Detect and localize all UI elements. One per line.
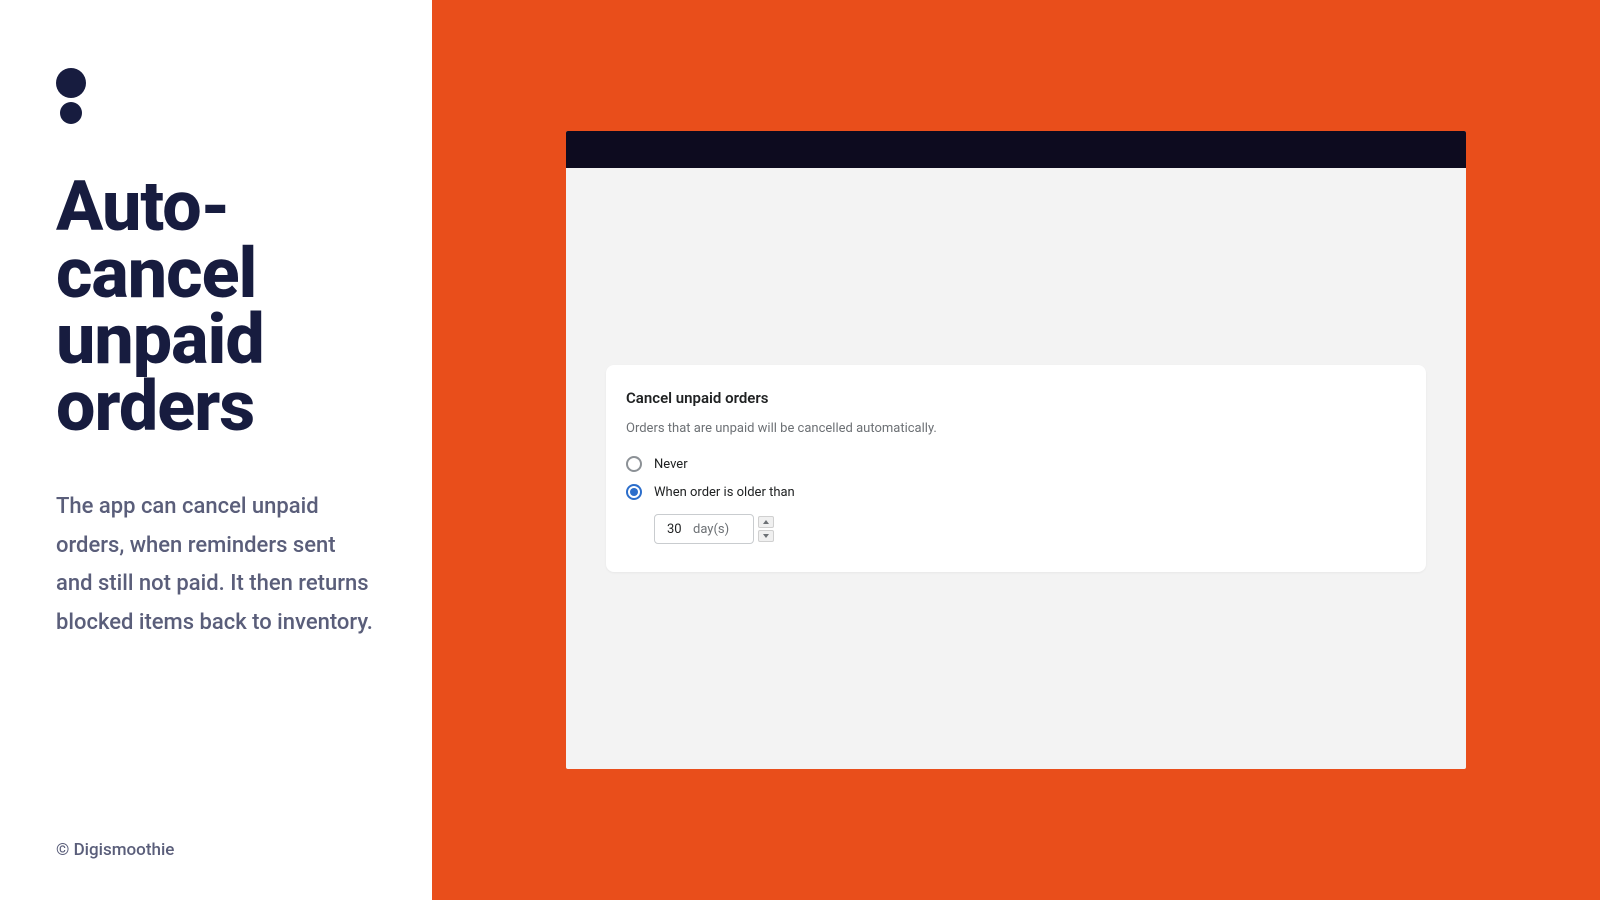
days-unit: day(s)	[693, 522, 729, 537]
chevron-up-icon	[763, 520, 769, 524]
page-description: The app can cancel unpaid orders, when r…	[56, 488, 376, 643]
app-window: Cancel unpaid orders Orders that are unp…	[566, 131, 1466, 769]
radio-option-never[interactable]: Never	[626, 456, 1406, 472]
chevron-down-icon	[763, 534, 769, 538]
radio-label-never: Never	[654, 457, 688, 472]
days-input-group: 30 day(s)	[654, 514, 1406, 544]
copyright-text: © Digismoothie	[56, 840, 376, 860]
preview-panel: Cancel unpaid orders Orders that are unp…	[432, 0, 1600, 900]
logo-circle-small-icon	[60, 102, 82, 124]
days-value: 30	[667, 522, 693, 537]
radio-option-older-than[interactable]: When order is older than	[626, 484, 1406, 500]
radio-label-older: When order is older than	[654, 485, 795, 500]
radio-icon	[626, 456, 642, 472]
decrement-button[interactable]	[758, 530, 774, 542]
brand-logo	[56, 68, 376, 124]
app-body: Cancel unpaid orders Orders that are unp…	[566, 168, 1466, 769]
cancel-orders-card: Cancel unpaid orders Orders that are unp…	[606, 365, 1426, 572]
card-subtitle: Orders that are unpaid will be cancelled…	[626, 421, 1406, 436]
days-number-input[interactable]: 30 day(s)	[654, 514, 754, 544]
app-titlebar	[566, 131, 1466, 168]
info-panel: Auto-cancel unpaid orders The app can ca…	[0, 0, 432, 900]
page-heading: Auto-cancel unpaid orders	[56, 174, 376, 440]
spinner-buttons	[758, 516, 774, 542]
radio-selected-icon	[626, 484, 642, 500]
increment-button[interactable]	[758, 516, 774, 528]
card-title: Cancel unpaid orders	[626, 389, 1406, 407]
logo-circle-icon	[56, 68, 86, 98]
